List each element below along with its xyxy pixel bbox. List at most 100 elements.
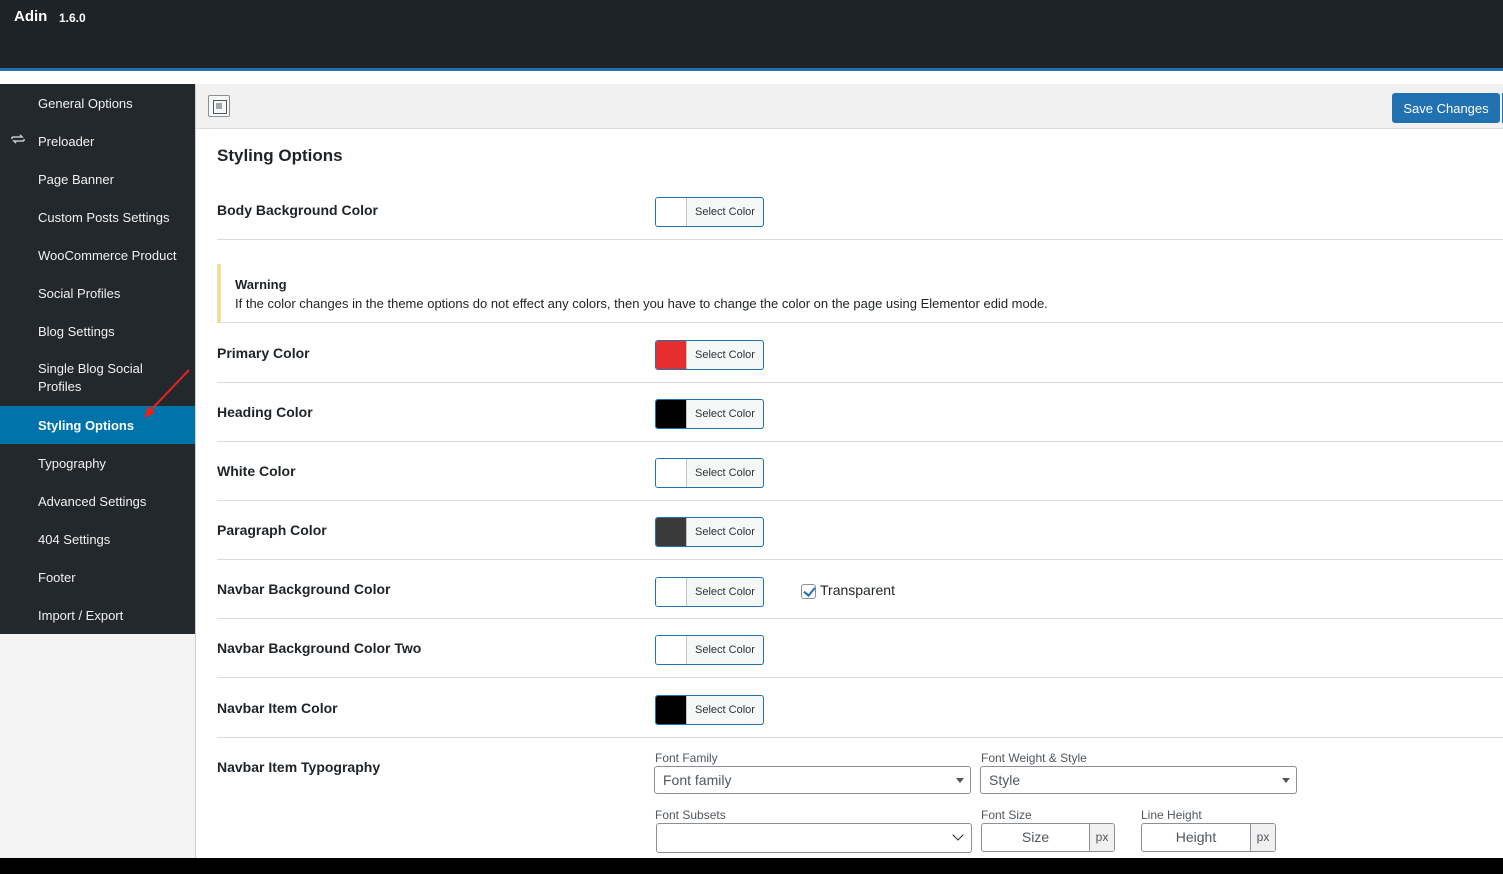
field-row-navbar-typography: Navbar Item Typography Font Family Font … <box>217 738 1503 858</box>
font-family-value: Font family <box>663 772 732 788</box>
color-swatch <box>656 400 687 428</box>
sidebar-item-label: Footer <box>38 570 76 585</box>
field-label: White Color <box>217 463 296 479</box>
font-family-label: Font Family <box>655 751 718 765</box>
line-height-placeholder: Height <box>1175 829 1217 845</box>
sidebar-item-label: Typography <box>38 456 106 471</box>
top-bar: Adin 1.6.0 <box>0 0 1503 68</box>
app-title: Adin <box>14 8 48 25</box>
app-version: 1.6.0 <box>59 11 86 25</box>
sidebar-item-social-profiles[interactable]: Social Profiles <box>0 274 195 312</box>
select-color-label: Select Color <box>695 644 755 656</box>
warning-title: Warning <box>235 277 287 292</box>
color-swatch <box>656 578 687 606</box>
sidebar-item-label: Custom Posts Settings <box>38 210 170 225</box>
sidebar-item-label: 404 Settings <box>38 532 111 547</box>
section-title: Styling Options <box>217 146 343 165</box>
font-size-input[interactable]: Size px <box>981 823 1115 852</box>
sidebar-item-404-settings[interactable]: 404 Settings <box>0 520 195 558</box>
font-size-unit: px <box>1089 824 1114 851</box>
field-label: Paragraph Color <box>217 522 327 538</box>
select-color-button[interactable]: Select Color <box>655 635 764 665</box>
repeat-icon <box>10 131 26 147</box>
sidebar-item-footer[interactable]: Footer <box>0 558 195 596</box>
sidebar-item-advanced-settings[interactable]: Advanced Settings <box>0 482 195 520</box>
transparent-checkbox-label[interactable]: Transparent <box>820 582 895 598</box>
main-panel: Save Changes Styling Options Body Backgr… <box>195 84 1503 858</box>
warning-text: If the color changes in the theme option… <box>235 296 1048 311</box>
select-color-label: Select Color <box>695 704 755 716</box>
select-color-button[interactable]: Select Color <box>655 340 764 370</box>
field-row-heading: Heading Color Select Color <box>217 383 1503 442</box>
color-swatch <box>656 459 687 487</box>
field-label: Body Background Color <box>217 202 379 218</box>
select-color-button[interactable]: Select Color <box>655 197 764 227</box>
field-row-body-bg: Body Background Color Select Color <box>217 184 1503 240</box>
transparent-checkbox[interactable] <box>801 584 816 599</box>
select-color-label: Select Color <box>695 408 755 420</box>
chevron-down-icon <box>952 829 964 841</box>
select-color-label: Select Color <box>695 206 755 218</box>
sidebar-item-label: Advanced Settings <box>38 494 147 509</box>
save-changes-button[interactable]: Save Changes <box>1392 93 1500 123</box>
font-weight-value: Style <box>989 772 1021 788</box>
select-color-label: Select Color <box>695 467 755 479</box>
sidebar-item-label: Import / Export <box>38 608 124 623</box>
sidebar-item-label: Preloader <box>38 134 95 149</box>
sidebar-item-woocommerce-product[interactable]: WooCommerce Product <box>0 236 195 274</box>
field-label: Navbar Background Color <box>217 581 391 597</box>
font-size-label: Font Size <box>981 808 1032 822</box>
sidebar-item-label: Blog Settings <box>38 324 115 339</box>
sidebar: General Options Preloader Page Banner Cu… <box>0 84 195 634</box>
sidebar-item-typography[interactable]: Typography <box>0 444 195 482</box>
sidebar-empty-area <box>0 634 195 858</box>
color-swatch <box>656 198 687 226</box>
line-height-label: Line Height <box>1141 808 1202 822</box>
field-label: Navbar Item Typography <box>217 759 381 775</box>
select-color-button[interactable]: Select Color <box>655 695 764 725</box>
select-color-button[interactable]: Select Color <box>655 458 764 488</box>
sidebar-item-label: Social Profiles <box>38 286 121 301</box>
field-row-navbar-bg-two: Navbar Background Color Two Select Color <box>217 619 1503 678</box>
select-color-label: Select Color <box>695 586 755 598</box>
sidebar-item-label: General Options <box>38 96 133 111</box>
top-gap <box>0 71 1503 84</box>
sidebar-item-custom-posts-settings[interactable]: Custom Posts Settings <box>0 198 195 236</box>
line-height-input[interactable]: Height px <box>1141 823 1276 852</box>
expand-options-button[interactable] <box>208 95 230 117</box>
sidebar-item-general-options[interactable]: General Options <box>0 84 195 122</box>
annotation-arrow-icon <box>144 369 190 418</box>
font-family-select[interactable]: Font family <box>654 766 971 794</box>
font-subsets-select[interactable] <box>656 823 972 853</box>
color-swatch <box>656 636 687 664</box>
field-label: Navbar Item Color <box>217 700 338 716</box>
field-row-primary: Primary Color Select Color <box>217 324 1503 383</box>
font-size-placeholder: Size <box>1021 829 1050 845</box>
warning-notice: Warning If the color changes in the them… <box>217 264 1503 323</box>
sidebar-item-import-export[interactable]: Import / Export <box>0 596 195 634</box>
select-color-button[interactable]: Select Color <box>655 399 764 429</box>
caret-down-icon <box>956 778 964 783</box>
select-color-button[interactable]: Select Color <box>655 517 764 547</box>
sidebar-item-blog-settings[interactable]: Blog Settings <box>0 312 195 350</box>
field-row-paragraph: Paragraph Color Select Color <box>217 501 1503 560</box>
field-row-navbar-bg: Navbar Background Color Select Color Tra… <box>217 560 1503 619</box>
sidebar-item-label: WooCommerce Product <box>38 248 177 263</box>
sidebar-item-preloader[interactable]: Preloader <box>0 122 195 160</box>
options-toolbar: Save Changes <box>196 84 1503 129</box>
field-row-white: White Color Select Color <box>217 442 1503 501</box>
field-row-navbar-item: Navbar Item Color Select Color <box>217 678 1503 738</box>
font-subsets-label: Font Subsets <box>655 808 726 822</box>
caret-down-icon <box>1282 778 1290 783</box>
font-weight-select[interactable]: Style <box>980 766 1297 794</box>
select-color-label: Select Color <box>695 349 755 361</box>
sidebar-item-label: Page Banner <box>38 172 114 187</box>
color-swatch <box>656 341 687 369</box>
select-color-button[interactable]: Select Color <box>655 577 764 607</box>
select-color-label: Select Color <box>695 526 755 538</box>
color-swatch <box>656 696 687 724</box>
field-label: Primary Color <box>217 345 310 361</box>
field-label: Navbar Background Color Two <box>217 640 422 656</box>
color-swatch <box>656 518 687 546</box>
sidebar-item-page-banner[interactable]: Page Banner <box>0 160 195 198</box>
